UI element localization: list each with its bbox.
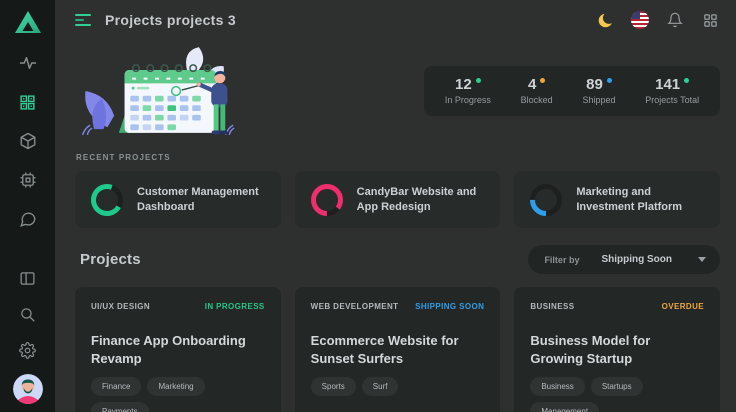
chevron-down-icon — [698, 257, 706, 262]
status-dot — [684, 78, 689, 83]
project-card[interactable]: WEB DEVELOPMENT SHIPPING SOON Ecommerce … — [295, 287, 501, 412]
activity-icon — [19, 54, 37, 72]
app-logo[interactable] — [14, 9, 42, 35]
progress-ring — [90, 183, 124, 217]
theme-toggle-button[interactable] — [595, 10, 615, 30]
menu-icon — [75, 14, 91, 16]
sidebar-item-layout[interactable] — [16, 266, 40, 290]
header-actions — [595, 10, 720, 30]
stat-label: Shipped — [582, 95, 615, 105]
recent-projects-label: RECENT PROJECTS — [76, 153, 720, 162]
progress-ring — [529, 183, 563, 217]
tag[interactable]: Startups — [591, 377, 643, 396]
project-card[interactable]: BUSINESS OVERDUE Business Model for Grow… — [514, 287, 720, 412]
project-card[interactable]: UI/UX DESIGN IN PROGRESS Finance App Onb… — [75, 287, 281, 412]
tag[interactable]: Management — [530, 402, 599, 412]
filter-dropdown[interactable]: Filter by Shipping Soon — [528, 245, 720, 274]
moon-icon — [597, 12, 614, 29]
recent-project-card[interactable]: Customer Management Dashboard — [75, 171, 281, 228]
logo-triangle-icon — [14, 9, 42, 35]
sidebar-nav — [16, 51, 40, 231]
projects-grid: UI/UX DESIGN IN PROGRESS Finance App Onb… — [75, 287, 720, 412]
status-dot — [476, 78, 481, 83]
sidebar-item-search[interactable] — [16, 302, 40, 326]
apps-button[interactable] — [700, 10, 720, 30]
notifications-button[interactable] — [665, 10, 685, 30]
tag[interactable]: Sports — [311, 377, 356, 396]
stat-projects-total: 141 Projects Total — [645, 77, 699, 105]
avatar-image — [13, 374, 43, 404]
chat-bubble-icon — [19, 210, 37, 228]
recent-project-title: Customer Management Dashboard — [137, 185, 266, 215]
stat-value: 89 — [586, 76, 603, 93]
status-dot — [607, 78, 612, 83]
project-category: WEB DEVELOPMENT — [311, 302, 399, 311]
stat-value: 12 — [455, 76, 472, 93]
dashboard-grid-icon — [19, 94, 36, 111]
page-title: Projects projects 3 — [105, 12, 236, 28]
calendar-illustration — [75, 42, 237, 140]
language-button[interactable] — [630, 10, 650, 30]
user-avatar[interactable] — [13, 374, 43, 404]
sidebar-item-dashboard[interactable] — [16, 90, 40, 114]
status-dot — [540, 78, 545, 83]
project-category: BUSINESS — [530, 302, 574, 311]
sidebar — [0, 0, 55, 412]
stat-blocked: 4 Blocked — [521, 77, 553, 105]
project-category: UI/UX DESIGN — [91, 302, 150, 311]
search-icon — [19, 306, 36, 323]
recent-project-card[interactable]: CandyBar Website and App Redesign — [295, 171, 501, 228]
cpu-chip-icon — [19, 171, 37, 189]
filter-value: Shipping Soon — [601, 254, 672, 265]
stat-value: 4 — [528, 76, 536, 93]
hero-section: 12 In Progress 4 Blocked 89 Shipped 141 … — [75, 42, 720, 140]
layout-panel-icon — [19, 270, 36, 287]
project-title: Finance App Onboarding Revamp — [91, 332, 265, 367]
stat-in-progress: 12 In Progress — [445, 77, 491, 105]
tag[interactable]: Finance — [91, 377, 141, 396]
sidebar-item-packages[interactable] — [16, 129, 40, 153]
stat-label: Blocked — [521, 95, 553, 105]
filter-label: Filter by — [544, 255, 579, 265]
tag[interactable]: Payments — [91, 402, 149, 412]
projects-heading: Projects — [80, 251, 141, 268]
main-content: Projects projects 3 — [55, 0, 736, 412]
project-status-badge: OVERDUE — [662, 302, 704, 311]
stat-label: In Progress — [445, 95, 491, 105]
project-tags: Sports Surf — [311, 377, 485, 396]
recent-project-card[interactable]: Marketing and Investment Platform — [514, 171, 720, 228]
stats-panel: 12 In Progress 4 Blocked 89 Shipped 141 … — [424, 66, 720, 116]
sidebar-bottom — [13, 266, 43, 404]
header: Projects projects 3 — [75, 0, 720, 40]
bell-icon — [667, 12, 683, 28]
sidebar-item-system[interactable] — [16, 168, 40, 192]
apps-grid-icon — [703, 13, 718, 28]
package-cube-icon — [19, 132, 37, 150]
settings-gear-icon — [19, 342, 36, 359]
recent-project-title: CandyBar Website and App Redesign — [357, 185, 486, 215]
tag[interactable]: Surf — [362, 377, 399, 396]
menu-button[interactable] — [75, 14, 91, 26]
recent-project-title: Marketing and Investment Platform — [576, 185, 705, 215]
tag[interactable]: Marketing — [147, 377, 204, 396]
tag[interactable]: Business — [530, 377, 584, 396]
projects-bar: Projects Filter by Shipping Soon — [75, 245, 720, 274]
project-title: Business Model for Growing Startup — [530, 332, 704, 367]
sidebar-item-settings[interactable] — [16, 338, 40, 362]
stat-label: Projects Total — [645, 95, 699, 105]
sidebar-item-activity[interactable] — [16, 51, 40, 75]
recent-projects-row: Customer Management Dashboard CandyBar W… — [75, 171, 720, 228]
stat-value: 141 — [655, 76, 680, 93]
project-status-badge: IN PROGRESS — [205, 302, 265, 311]
progress-ring — [310, 183, 344, 217]
project-tags: Finance Marketing Payments — [91, 377, 265, 412]
sidebar-item-messages[interactable] — [16, 207, 40, 231]
stat-shipped: 89 Shipped — [582, 77, 615, 105]
project-tags: Business Startups Management — [530, 377, 704, 412]
us-flag-icon — [631, 11, 649, 29]
project-title: Ecommerce Website for Sunset Surfers — [311, 332, 485, 367]
project-status-badge: SHIPPING SOON — [415, 302, 484, 311]
